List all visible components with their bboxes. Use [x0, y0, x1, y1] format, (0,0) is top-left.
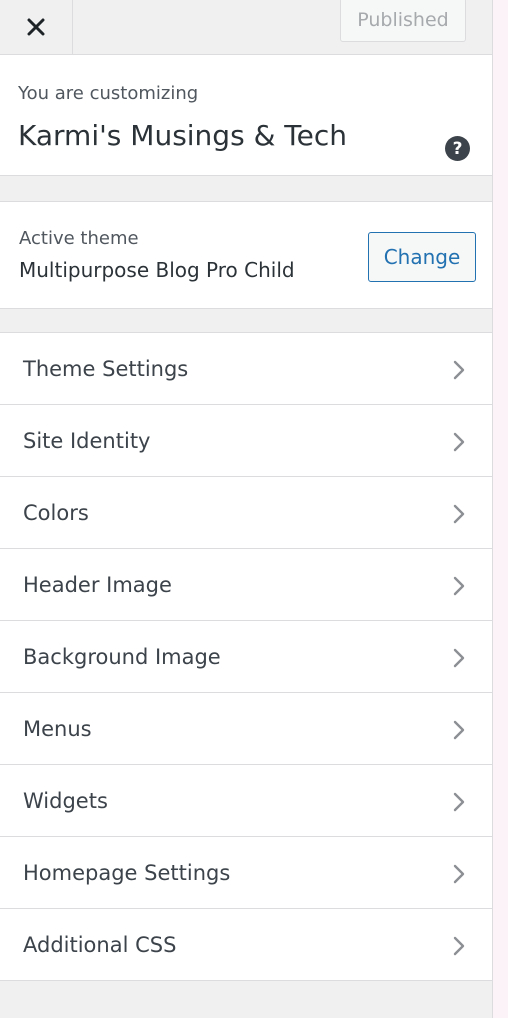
menu-item-background-image[interactable]: Background Image: [0, 621, 492, 693]
menu-item-label: Widgets: [23, 789, 108, 813]
chevron-right-icon: [453, 504, 465, 524]
menu-item-label: Menus: [23, 717, 92, 741]
chevron-right-icon: [453, 864, 465, 884]
menu-item-label: Colors: [23, 501, 89, 525]
customizing-label: You are customizing: [18, 83, 199, 104]
question-mark-icon[interactable]: ?: [445, 136, 470, 161]
menu-item-label: Background Image: [23, 645, 221, 669]
chevron-right-icon: [453, 936, 465, 956]
close-icon: [27, 18, 45, 36]
active-theme-name: Multipurpose Blog Pro Child: [19, 258, 295, 282]
customizer-menu: Theme Settings Site Identity Colors Head…: [0, 332, 492, 981]
menu-item-label: Theme Settings: [23, 357, 189, 381]
menu-item-menus[interactable]: Menus: [0, 693, 492, 765]
published-button[interactable]: Published: [340, 0, 466, 42]
menu-item-label: Header Image: [23, 573, 172, 597]
menu-item-label: Additional CSS: [23, 933, 177, 957]
menu-item-label: Homepage Settings: [23, 861, 231, 885]
chevron-right-icon: [453, 576, 465, 596]
menu-item-homepage-settings[interactable]: Homepage Settings: [0, 837, 492, 909]
menu-item-widgets[interactable]: Widgets: [0, 765, 492, 837]
chevron-right-icon: [453, 432, 465, 452]
menu-item-additional-css[interactable]: Additional CSS: [0, 909, 492, 981]
menu-item-label: Site Identity: [23, 429, 151, 453]
chevron-right-icon: [453, 720, 465, 740]
change-theme-button[interactable]: Change: [368, 232, 476, 282]
site-title: Karmi's Musings & Tech: [18, 119, 348, 152]
active-theme-section: Active theme Multipurpose Blog Pro Child…: [0, 201, 492, 309]
chevron-right-icon: [453, 648, 465, 668]
customizer-header: Published: [0, 0, 492, 55]
menu-item-theme-settings[interactable]: Theme Settings: [0, 333, 492, 405]
close-button[interactable]: [0, 0, 73, 54]
chevron-right-icon: [453, 360, 465, 380]
menu-item-header-image[interactable]: Header Image: [0, 549, 492, 621]
menu-item-colors[interactable]: Colors: [0, 477, 492, 549]
menu-item-site-identity[interactable]: Site Identity: [0, 405, 492, 477]
chevron-right-icon: [453, 792, 465, 812]
active-theme-label: Active theme: [19, 228, 139, 249]
customizer-panel: Published You are customizing Karmi's Mu…: [0, 0, 493, 1018]
customizing-info: You are customizing Karmi's Musings & Te…: [0, 55, 492, 176]
